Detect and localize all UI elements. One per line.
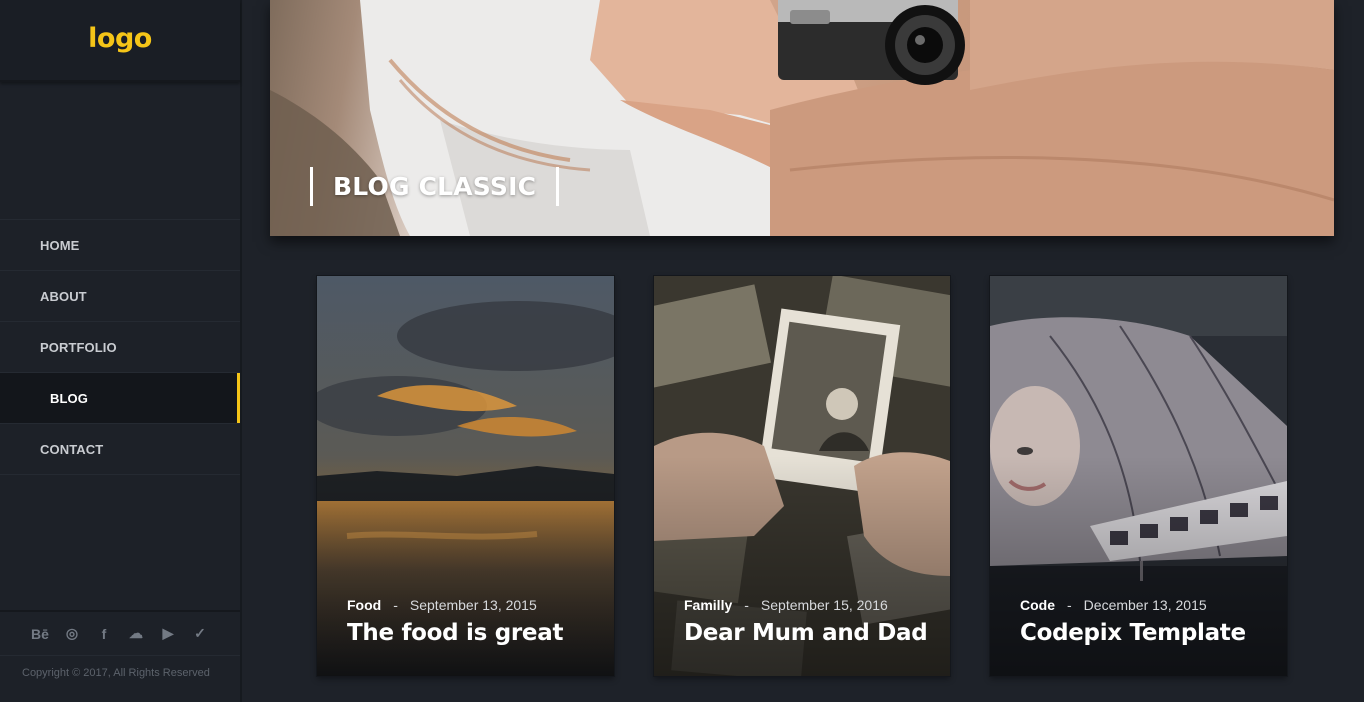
hero-banner: BLOG CLASSIC (270, 0, 1334, 236)
post-meta: Food - September 13, 2015 (347, 597, 537, 613)
page-title: BLOG CLASSIC (310, 167, 560, 206)
nav-item-about[interactable]: ABOUT (0, 271, 240, 322)
instagram-icon[interactable]: ◎ (62, 624, 82, 644)
post-title[interactable]: Dear Mum and Dad (684, 620, 928, 646)
nav-item-contact[interactable]: CONTACT (0, 424, 240, 475)
copyright-text: Copyright © 2017, All Rights Reserved (22, 667, 210, 679)
post-meta: Familly - September 15, 2016 (684, 597, 888, 613)
post-category[interactable]: Familly (684, 597, 732, 613)
meta-separator: - (393, 597, 398, 613)
post-card[interactable]: Familly - September 15, 2016 Dear Mum an… (654, 276, 950, 676)
nav-item-home[interactable]: HOME (0, 220, 240, 271)
post-date: December 13, 2015 (1083, 597, 1207, 613)
logo-area[interactable]: logo (0, 0, 240, 82)
post-date: September 15, 2016 (760, 597, 888, 613)
page-title-text: BLOG CLASSIC (333, 172, 537, 201)
behance-icon[interactable]: Bē (30, 624, 50, 644)
twitter-icon[interactable]: ✓ (190, 624, 210, 644)
meta-separator: - (744, 597, 749, 613)
post-category[interactable]: Code (1020, 597, 1055, 613)
post-title[interactable]: Codepix Template (1020, 620, 1246, 646)
soundcloud-icon[interactable]: ☁ (126, 624, 146, 644)
nav-item-label: PORTFOLIO (40, 339, 117, 355)
youtube-icon[interactable]: ▶ (158, 624, 178, 644)
nav-item-label: CONTACT (40, 441, 104, 457)
main-nav: HOME ABOUT PORTFOLIO BLOG CONTACT (0, 219, 240, 475)
logo[interactable]: logo (88, 23, 152, 54)
post-meta: Code - December 13, 2015 (1020, 597, 1207, 613)
post-card[interactable]: Code - December 13, 2015 Codepix Templat… (990, 276, 1287, 676)
nav-item-label: HOME (40, 237, 80, 253)
nav-item-portfolio[interactable]: PORTFOLIO (0, 322, 240, 373)
social-links: Bē ◎ f ☁ ▶ ✓ (0, 610, 240, 656)
meta-separator: - (1067, 597, 1072, 613)
post-title[interactable]: The food is great (347, 620, 563, 646)
nav-item-blog[interactable]: BLOG (0, 373, 240, 424)
sidebar: logo HOME ABOUT PORTFOLIO BLOG CONTACT B… (0, 0, 242, 702)
post-category[interactable]: Food (347, 597, 381, 613)
post-card[interactable]: Food - September 13, 2015 The food is gr… (317, 276, 614, 676)
post-date: September 13, 2015 (409, 597, 537, 613)
nav-item-label: ABOUT (40, 288, 87, 304)
facebook-icon[interactable]: f (94, 624, 114, 644)
nav-item-label: BLOG (50, 390, 88, 406)
